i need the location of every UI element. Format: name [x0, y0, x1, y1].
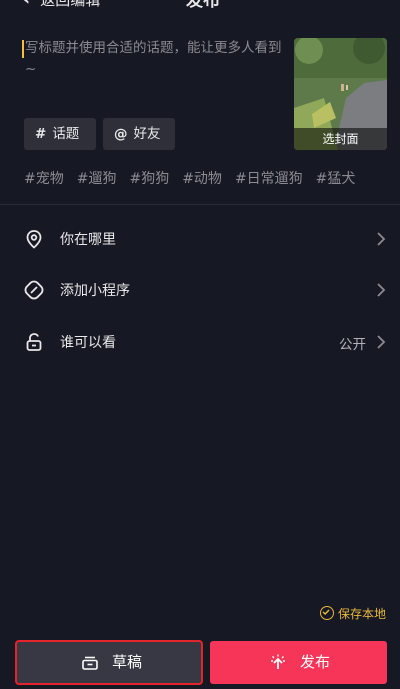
save-local-label: 保存本地 [337, 607, 386, 621]
publish-sparkle-icon [271, 654, 285, 669]
visibility-row[interactable]: 谁可以看 公开 [0, 322, 400, 362]
location-pin-icon [26, 230, 42, 249]
location-label: 你在哪里 [60, 232, 116, 248]
tag-item[interactable]: #猛犬 [316, 168, 356, 188]
publish-label: 发布 [300, 653, 331, 671]
location-row[interactable]: 你在哪里 [0, 219, 400, 259]
publish-button[interactable]: 发布 [210, 641, 387, 684]
chevron-right-icon [377, 232, 386, 246]
friend-chip[interactable]: @ 好友 [103, 118, 175, 150]
tag-item[interactable]: #动物 [182, 168, 222, 188]
text-cursor [22, 40, 24, 58]
back-label: 返回编辑 [40, 0, 101, 9]
page-title: 发布 [186, 0, 220, 11]
tag-item[interactable]: #宠物 [24, 168, 64, 188]
visibility-label: 谁可以看 [60, 335, 116, 351]
section-divider [0, 204, 400, 205]
tag-item[interactable]: #狗狗 [129, 168, 169, 188]
cover-label: 选封面 [294, 128, 387, 150]
visibility-value: 公开 [339, 337, 366, 353]
at-icon: @ [114, 126, 128, 142]
draft-button[interactable]: 草稿 [15, 640, 203, 685]
back-button[interactable]: ‹ 返回编辑 [22, 0, 100, 10]
lock-icon [26, 333, 42, 351]
top-bar: ‹ 返回编辑 发布 [0, 0, 400, 14]
link-icon [24, 280, 44, 300]
chevron-right-icon [377, 283, 386, 297]
cover-selector[interactable]: 选封面 [294, 38, 387, 150]
tag-item[interactable]: #遛狗 [77, 168, 117, 188]
mini-program-label: 添加小程序 [60, 283, 130, 299]
topic-chip[interactable]: # 话题 [24, 118, 96, 150]
mini-program-row[interactable]: 添加小程序 [0, 270, 400, 310]
friend-label: 好友 [133, 126, 161, 142]
chevron-left-icon: ‹ [22, 0, 30, 10]
caption-placeholder: 写标题并使用合适的话题，能让更多人看到 ~ [25, 40, 282, 77]
draft-box-icon [82, 656, 98, 670]
check-circle-icon [319, 606, 334, 620]
chevron-right-icon [377, 335, 386, 349]
save-local-toggle[interactable]: 保存本地 [319, 605, 386, 622]
hashtag-icon: # [35, 126, 47, 142]
suggested-tags: #宠物 #遛狗 #狗狗 #动物 #日常遛狗 #猛犬 [24, 168, 400, 190]
topic-label: 话题 [52, 126, 80, 142]
draft-label: 草稿 [112, 653, 143, 671]
tag-item[interactable]: #日常遛狗 [235, 168, 303, 188]
